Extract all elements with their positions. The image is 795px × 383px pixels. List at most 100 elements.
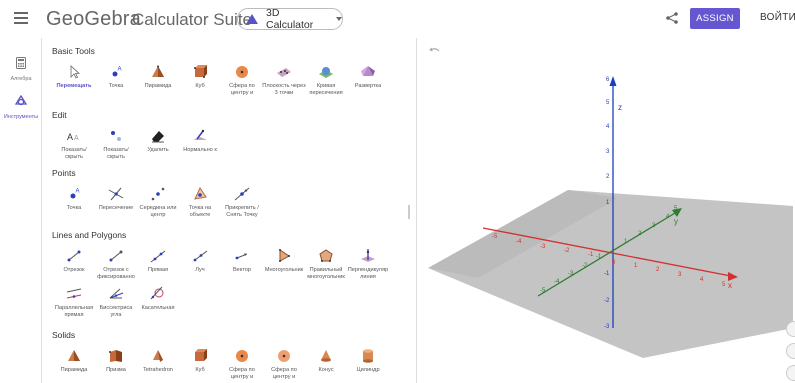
graphics-3d-view[interactable]: z x y -3 -2 -1 1 2 3 4 5 6 -5 -4 -3 -2 -… xyxy=(418,38,795,383)
cone-icon xyxy=(321,350,331,362)
sidebar-item-algebra[interactable]: Алгебра xyxy=(0,56,42,82)
tool-segment[interactable]: Отрезок xyxy=(52,248,96,274)
tools-icon xyxy=(14,94,28,106)
tool-pyramid[interactable]: Пирамида xyxy=(136,64,180,90)
zoom-out-button[interactable] xyxy=(786,343,795,359)
share-icon[interactable] xyxy=(665,11,679,25)
label-icon: AA xyxy=(67,132,79,142)
cube-icon xyxy=(195,349,207,361)
tool-cone[interactable]: Конус xyxy=(304,348,348,374)
tool-sphere-center[interactable]: Сфера по центру и xyxy=(220,64,264,97)
z-tick-label: 6 xyxy=(606,77,610,83)
tool-attach-detach[interactable]: Прикрепить / Снять Точку xyxy=(220,186,264,219)
undo-icon[interactable] xyxy=(428,46,440,56)
midpoint-icon xyxy=(151,187,165,201)
tool-point-on-object[interactable]: Точка на объекте xyxy=(178,186,222,219)
app-header: GeoGebra Calculator Suite 3D Calculator … xyxy=(0,0,795,38)
tool-delete[interactable]: Удалить xyxy=(136,128,180,154)
pyramid-icon xyxy=(152,65,164,77)
show-object-icon xyxy=(111,131,121,141)
tool-cube[interactable]: Куб xyxy=(178,64,222,90)
attach-point-icon xyxy=(234,187,250,201)
y-tick-label: -1 xyxy=(596,254,602,260)
3d-scene: z x y -3 -2 -1 1 2 3 4 5 6 -5 -4 -3 -2 -… xyxy=(428,76,793,358)
tool-parallel-line[interactable]: Параллельная прямая xyxy=(52,286,96,319)
login-button[interactable]: ВОЙТИ... xyxy=(760,12,795,23)
z-axis-label: z xyxy=(618,103,622,112)
section-title-points: Points xyxy=(52,168,76,178)
segment-icon xyxy=(67,250,81,262)
tools-panel: Basic Tools Перемещать A Точка Пирамида … xyxy=(42,38,417,383)
y-tick-label: -2 xyxy=(582,263,588,269)
point-on-object-icon xyxy=(194,186,207,200)
tool-line[interactable]: Прямая xyxy=(136,248,180,274)
tool-solid-pyramid[interactable]: Пирамида xyxy=(52,348,96,374)
prism-icon xyxy=(109,350,122,362)
z-tick-label: 4 xyxy=(606,124,610,130)
line-icon xyxy=(150,250,166,263)
tool-ray[interactable]: Луч xyxy=(178,248,222,274)
app-selector[interactable]: 3D Calculator xyxy=(237,7,343,31)
tool-net[interactable]: Развертка xyxy=(346,64,390,90)
tool-tangents[interactable]: Касательная xyxy=(136,286,180,312)
intersection-curve-icon xyxy=(319,67,333,78)
tool-show-hide-object[interactable]: Показать/ скрыть xyxy=(94,128,138,161)
z-tick-label: 5 xyxy=(606,100,610,106)
tool-solid-cube[interactable]: Куб xyxy=(178,348,222,374)
tool-perpendicular-view[interactable]: Нормально к xyxy=(178,128,222,154)
tool-point-2[interactable]: A Точка xyxy=(52,186,96,212)
x-tick-label: -1 xyxy=(588,252,594,258)
tool-regular-polygon[interactable]: Правильный многоугольник xyxy=(304,248,348,281)
z-tick-label: 3 xyxy=(606,149,610,155)
zoom-in-button[interactable] xyxy=(786,321,795,337)
intersect-icon xyxy=(108,187,124,201)
menu-icon[interactable] xyxy=(14,12,28,24)
tool-vector[interactable]: Вектор xyxy=(220,248,264,274)
z-axis-arrow xyxy=(609,76,617,86)
cursor-icon xyxy=(70,65,81,79)
tool-plane-3-points[interactable]: Плоскость через 3 точки xyxy=(262,64,306,97)
panel-resize-handle[interactable] xyxy=(408,205,410,219)
assign-button[interactable]: ASSIGN xyxy=(690,8,740,29)
z-tick-label: -1 xyxy=(604,271,610,277)
tool-perpendicular-line[interactable]: Перпендикуляр линия xyxy=(346,248,390,281)
tool-cylinder[interactable]: Цилиндр xyxy=(346,348,390,374)
z-tick-label: 2 xyxy=(606,174,610,180)
sidebar-item-label: Инструменты xyxy=(3,114,39,120)
sidebar-item-tools[interactable]: Инструменты xyxy=(0,94,42,120)
y-tick-label: -5 xyxy=(540,288,546,294)
tetrahedron-icon xyxy=(153,350,163,362)
tool-angle-bisector[interactable]: Биссектриса угла xyxy=(94,286,138,319)
svg-text:A: A xyxy=(118,67,122,73)
tool-point[interactable]: A Точка xyxy=(94,64,138,90)
section-title-edit: Edit xyxy=(52,110,67,120)
tangent-icon xyxy=(150,286,164,300)
tool-tetrahedron[interactable]: Tetrahedron xyxy=(136,348,180,374)
section-title-lines: Lines and Polygons xyxy=(52,230,127,240)
tool-sphere-radius[interactable]: Сфера по центру и xyxy=(262,348,306,381)
section-title-basic: Basic Tools xyxy=(52,46,95,56)
perpendicular-view-icon xyxy=(193,129,207,140)
tool-midpoint[interactable]: Середина или центр xyxy=(136,186,180,219)
tool-polygon[interactable]: Многоугольник xyxy=(262,248,306,274)
fullscreen-button[interactable] xyxy=(786,365,795,381)
tool-sphere-point[interactable]: Сфера по центру и xyxy=(220,348,264,381)
tool-intersect-curve[interactable]: Кривая пересечения xyxy=(304,64,348,97)
z-tick-label: -3 xyxy=(604,324,610,330)
tool-prism[interactable]: Призма xyxy=(94,348,138,374)
tool-show-hide-label[interactable]: AA Показать/ скрыть xyxy=(52,128,96,161)
tool-segment-fixed[interactable]: Отрезок с фиксированно xyxy=(94,248,138,281)
regular-polygon-icon xyxy=(319,249,333,262)
x-tick-label: -2 xyxy=(564,248,570,254)
point-icon: A xyxy=(70,189,80,199)
y-tick-label: -3 xyxy=(568,271,574,277)
tool-intersect[interactable]: Пересечение xyxy=(94,186,138,212)
tool-move[interactable]: Перемещать xyxy=(52,64,96,90)
net-icon xyxy=(361,66,375,76)
parallel-line-icon xyxy=(66,288,82,299)
vector-icon xyxy=(235,253,248,260)
sidebar-item-label: Алгебра xyxy=(10,76,32,82)
suite-title: Calculator Suite xyxy=(132,10,253,29)
x-tick-label: -3 xyxy=(540,244,546,250)
point-icon: A xyxy=(112,67,122,77)
